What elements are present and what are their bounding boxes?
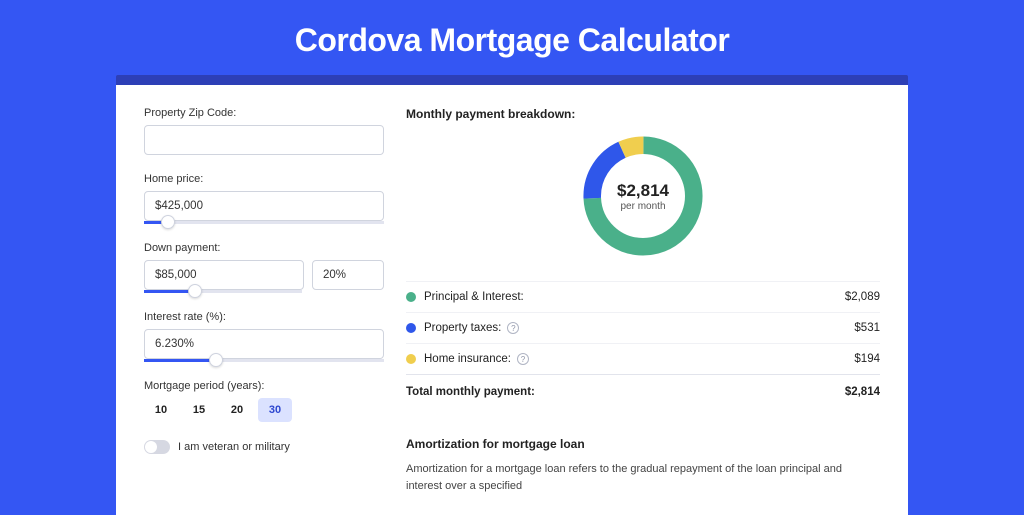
home-price-slider[interactable]: [144, 221, 384, 224]
period-label: Mortgage period (years):: [144, 380, 384, 392]
amortization-text: Amortization for a mortgage loan refers …: [406, 461, 880, 494]
legend-value: $531: [854, 322, 880, 334]
legend-value: $2,089: [845, 291, 880, 303]
dot-icon: [406, 323, 416, 333]
donut-sublabel: per month: [620, 201, 665, 212]
down-payment-label: Down payment:: [144, 242, 384, 254]
donut-total: $2,814: [617, 181, 669, 201]
total-label: Total monthly payment:: [406, 386, 845, 398]
total-value: $2,814: [845, 386, 880, 398]
down-payment-input[interactable]: [144, 260, 304, 290]
legend-label: Home insurance: ?: [424, 353, 854, 365]
slider-handle[interactable]: [161, 215, 175, 229]
period-option-10[interactable]: 10: [144, 398, 178, 422]
legend-principal: Principal & Interest: $2,089: [406, 281, 880, 312]
slider-handle[interactable]: [188, 284, 202, 298]
legend-insurance: Home insurance: ? $194: [406, 343, 880, 374]
dot-icon: [406, 354, 416, 364]
period-option-30[interactable]: 30: [258, 398, 292, 422]
rate-label: Interest rate (%):: [144, 311, 384, 323]
breakdown-column: Monthly payment breakdown: $2,814 per mo…: [406, 107, 880, 515]
legend-label: Principal & Interest:: [424, 291, 845, 303]
rate-input[interactable]: [144, 329, 384, 359]
home-price-label: Home price:: [144, 173, 384, 185]
legend-value: $194: [854, 353, 880, 365]
dot-icon: [406, 292, 416, 302]
legend-label: Property taxes: ?: [424, 322, 854, 334]
inputs-column: Property Zip Code: Home price: Down paym…: [144, 107, 384, 515]
period-option-20[interactable]: 20: [220, 398, 254, 422]
slider-handle[interactable]: [209, 353, 223, 367]
veteran-toggle[interactable]: [144, 440, 170, 454]
amortization-title: Amortization for mortgage loan: [406, 437, 880, 451]
down-payment-pct-input[interactable]: [312, 260, 384, 290]
zip-input[interactable]: [144, 125, 384, 155]
card-shadow: Property Zip Code: Home price: Down paym…: [116, 75, 908, 515]
legend-taxes: Property taxes: ? $531: [406, 312, 880, 343]
info-icon[interactable]: ?: [517, 353, 529, 365]
page-title: Cordova Mortgage Calculator: [0, 0, 1024, 75]
down-payment-slider[interactable]: [144, 290, 302, 293]
amortization-section: Amortization for mortgage loan Amortizat…: [406, 427, 880, 494]
period-selector: 10 15 20 30: [144, 398, 384, 422]
home-price-input[interactable]: [144, 191, 384, 221]
donut-chart: $2,814 per month: [576, 129, 710, 263]
zip-label: Property Zip Code:: [144, 107, 384, 119]
legend-total: Total monthly payment: $2,814: [406, 374, 880, 407]
calculator-card: Property Zip Code: Home price: Down paym…: [116, 85, 908, 515]
breakdown-header: Monthly payment breakdown:: [406, 107, 880, 121]
info-icon[interactable]: ?: [507, 322, 519, 334]
period-option-15[interactable]: 15: [182, 398, 216, 422]
veteran-label: I am veteran or military: [178, 441, 290, 453]
rate-slider[interactable]: [144, 359, 384, 362]
